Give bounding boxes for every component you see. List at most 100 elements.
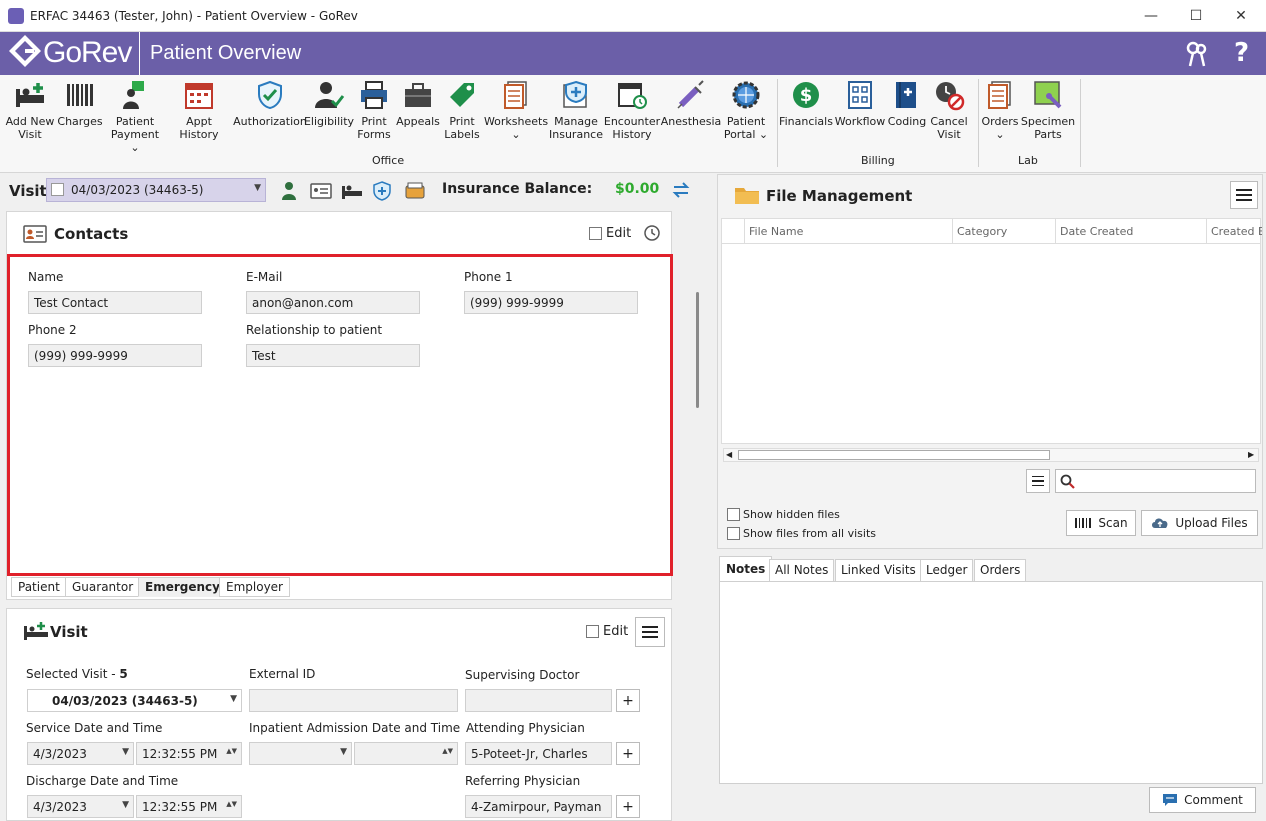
column-category[interactable]: Category: [952, 219, 1055, 243]
minimize-button[interactable]: —: [1128, 0, 1174, 32]
ribbon-workflow-button[interactable]: Workflow: [834, 79, 886, 128]
ribbon-orders-button[interactable]: Orders ⌄: [982, 79, 1019, 141]
visit-checkbox[interactable]: [51, 183, 64, 196]
file-filter-menu-button[interactable]: [1026, 469, 1050, 493]
visit-menu-button[interactable]: [635, 617, 665, 647]
wallet-icon[interactable]: [404, 181, 426, 201]
ribbon-person-check-button[interactable]: Eligibility: [304, 79, 354, 128]
external-id-field[interactable]: [249, 689, 458, 712]
scan-button[interactable]: Scan: [1066, 510, 1136, 536]
insurance-shield-icon[interactable]: [371, 180, 393, 202]
comment-button[interactable]: Comment: [1149, 787, 1256, 813]
selected-visit-dropdown[interactable]: 04/03/2023 (34463-5) ▼: [27, 689, 242, 712]
left-pane-scrollbar[interactable]: [692, 208, 702, 820]
person-check-icon: [313, 79, 345, 111]
help-icon[interactable]: ?: [1234, 38, 1249, 68]
tab-linked-visits[interactable]: Linked Visits: [835, 559, 922, 582]
show-hidden-files-checkbox[interactable]: [727, 508, 740, 521]
file-search-input[interactable]: [1055, 469, 1256, 493]
add-supervising-doctor-button[interactable]: +: [616, 689, 640, 712]
add-visit-icon: [14, 79, 46, 111]
add-referring-physician-button[interactable]: +: [616, 795, 640, 818]
spinner-icon[interactable]: ▲▼: [226, 800, 237, 808]
discharge-time-field[interactable]: 12:32:55 PM ▲▼: [136, 795, 242, 818]
scroll-left-icon[interactable]: ◀: [726, 450, 732, 459]
ribbon-calendar-button[interactable]: Appt History: [166, 79, 232, 141]
id-card-icon[interactable]: [310, 182, 332, 200]
globe-gear-icon: [730, 79, 762, 111]
column-created-by[interactable]: Created B: [1206, 219, 1262, 243]
contacts-edit-checkbox[interactable]: [589, 227, 602, 240]
ribbon-dollar-button[interactable]: $ Financials: [779, 79, 833, 128]
history-clock-icon[interactable]: [643, 224, 661, 242]
service-time-field[interactable]: 12:32:55 PM ▲▼: [136, 742, 242, 765]
phone2-field[interactable]: (999) 999-9999: [28, 344, 202, 367]
visit-edit-checkbox[interactable]: [586, 625, 599, 638]
ribbon-tag-button[interactable]: Print Labels: [442, 79, 482, 141]
name-field[interactable]: Test Contact: [28, 291, 202, 314]
tab-guarantor[interactable]: Guarantor: [65, 577, 141, 597]
ribbon-printer-button[interactable]: Print Forms: [354, 79, 394, 141]
ribbon-coding-book-button[interactable]: Coding: [884, 79, 930, 128]
column-date-created[interactable]: Date Created: [1055, 219, 1206, 243]
tab-employer[interactable]: Employer: [219, 577, 290, 597]
ribbon-separator: [1080, 79, 1081, 167]
visit-label: Visit: [9, 182, 47, 200]
logo-text: GoRev: [43, 36, 132, 69]
inpatient-time-field[interactable]: ▲▼: [354, 742, 458, 765]
ribbon-briefcase-button[interactable]: Appeals: [396, 79, 440, 128]
attending-physician-field[interactable]: 5-Poteet-Jr, Charles: [465, 742, 612, 765]
spinner-icon[interactable]: ▲▼: [226, 747, 237, 755]
ribbon-globe-gear-button[interactable]: Patient Portal ⌄: [722, 79, 770, 141]
tab-patient[interactable]: Patient: [11, 577, 67, 597]
ribbon-add-visit-button[interactable]: Add New Visit: [4, 79, 56, 141]
email-field[interactable]: anon@anon.com: [246, 291, 420, 314]
inpatient-date-field[interactable]: ▼: [249, 742, 352, 765]
tab-ledger[interactable]: Ledger: [920, 559, 974, 582]
ribbon-specimen-button[interactable]: Specimen Parts: [1021, 79, 1075, 141]
upload-files-button[interactable]: Upload Files: [1141, 510, 1258, 536]
ribbon-insurance-button[interactable]: Manage Insurance: [549, 79, 603, 141]
show-all-visits-checkbox[interactable]: [727, 527, 740, 540]
service-datetime-label: Service Date and Time: [26, 721, 163, 735]
file-menu-button[interactable]: [1230, 181, 1258, 209]
maximize-button[interactable]: ☐: [1173, 0, 1219, 32]
visit-dropdown[interactable]: 04/03/2023 (34463-5) ▼: [46, 178, 266, 202]
add-attending-physician-button[interactable]: +: [616, 742, 640, 765]
ribbon-payment-button[interactable]: Patient Payment ⌄: [106, 79, 164, 154]
tab-emergency[interactable]: Emergency: [138, 577, 227, 597]
keys-icon[interactable]: [1184, 40, 1210, 68]
tab-notes[interactable]: Notes: [719, 556, 773, 582]
ribbon-worksheets-button[interactable]: Worksheets ⌄: [484, 79, 548, 141]
file-grid: File Name Category Date Created Created …: [721, 218, 1262, 444]
service-date-field[interactable]: 4/3/2023 ▼: [27, 742, 134, 765]
refresh-icon[interactable]: [670, 179, 692, 201]
supervising-doctor-field[interactable]: [465, 689, 612, 712]
ribbon-barcode-button[interactable]: Charges: [57, 79, 103, 128]
bed-icon[interactable]: [341, 182, 363, 200]
ribbon-cancel-visit-button[interactable]: Cancel Visit: [928, 79, 970, 141]
close-button[interactable]: ✕: [1218, 0, 1264, 32]
hscroll-thumb[interactable]: [738, 450, 1050, 460]
tab-orders[interactable]: Orders: [974, 559, 1027, 582]
discharge-date-field[interactable]: 4/3/2023 ▼: [27, 795, 134, 818]
ribbon-toolbar: Office Billing Lab Add New Visit Charges P…: [0, 75, 1266, 173]
ribbon-shield-check-button[interactable]: Authorization: [233, 79, 307, 128]
tab-all-notes[interactable]: All Notes: [769, 559, 835, 582]
visit-edit-label: Edit: [603, 624, 629, 639]
ribbon-encounter-button[interactable]: Encounter History: [604, 79, 660, 141]
ribbon-group-office-label: Office: [372, 154, 405, 167]
ribbon-button-label: Print Forms: [357, 115, 391, 141]
doctor-icon[interactable]: [280, 181, 298, 201]
relationship-field[interactable]: Test: [246, 344, 420, 367]
ribbon-button-label: Anesthesia: [660, 115, 722, 128]
scrollbar-thumb[interactable]: [696, 292, 699, 408]
phone1-field[interactable]: (999) 999-9999: [464, 291, 638, 314]
scroll-right-icon[interactable]: ▶: [1248, 450, 1254, 459]
ribbon-syringe-button[interactable]: Anesthesia: [660, 79, 722, 128]
file-grid-hscrollbar[interactable]: ◀ ▶: [723, 448, 1259, 462]
chevron-down-icon: ▼: [122, 800, 129, 810]
referring-physician-field[interactable]: 4-Zamirpour, Payman: [465, 795, 612, 818]
spinner-icon[interactable]: ▲▼: [442, 747, 453, 755]
column-file-name[interactable]: File Name: [744, 219, 952, 243]
